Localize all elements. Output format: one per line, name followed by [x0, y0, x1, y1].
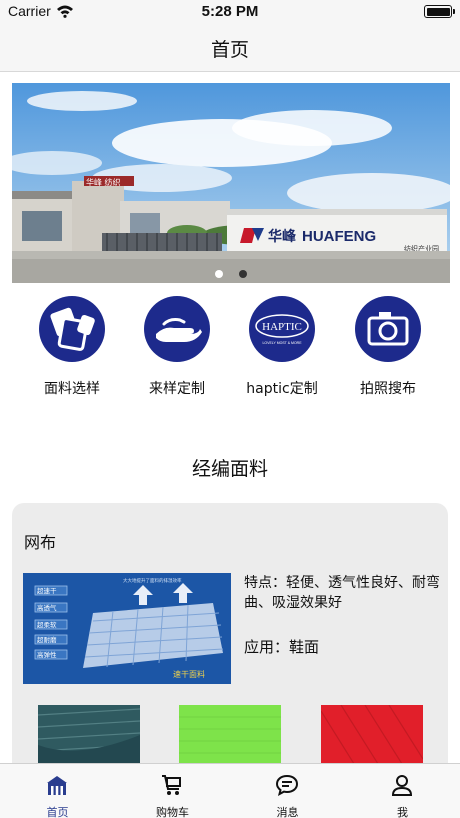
image-badge-2: 高透气	[37, 603, 57, 612]
message-icon	[275, 774, 299, 796]
haptic-logo-icon: HAPTIC LOVELY MOST & MORE	[249, 296, 315, 362]
carousel-dot-1[interactable]	[215, 270, 224, 278]
tab-label-home: 首页	[46, 806, 69, 818]
battery-icon	[424, 5, 455, 18]
quick-action-label: 拍照搜布	[360, 381, 416, 397]
page-title: 首页	[210, 39, 249, 61]
cart-icon	[162, 775, 181, 795]
quick-action-fabric-selection[interactable]: 面料选样	[39, 296, 105, 397]
image-badge-3: 超柔软	[37, 620, 57, 629]
product-image[interactable]: 大大地提升了面料的排湿效率 超速干 高透气 超柔软 超耐磨 高弹性 速干面料	[23, 573, 231, 684]
fabric-swatch-icon	[39, 296, 105, 362]
image-caption: 速干面料	[173, 669, 205, 679]
quick-action-haptic-custom[interactable]: HAPTIC LOVELY MOST & MORE haptic定制	[246, 296, 318, 397]
haptic-logo-sub: LOVELY MOST & MORE	[262, 341, 302, 345]
quick-action-sample-custom[interactable]: 来样定制	[144, 296, 210, 397]
tab-label-me: 我	[397, 806, 408, 818]
tab-label-messages: 消息	[276, 806, 299, 818]
sign-en: HUAFENG	[302, 228, 376, 245]
sign-cn: 华峰	[268, 228, 297, 245]
roof-sign: 华峰 纺织	[86, 177, 121, 187]
tab-home[interactable]: 首页	[0, 764, 115, 818]
tab-me[interactable]: 我	[345, 764, 460, 818]
product-card-title: 网布	[24, 533, 57, 552]
haptic-logo-text: HAPTIC	[262, 321, 302, 333]
banner-image: 华峰 纺织 华峰 HUAFENG 纺织产业园	[12, 83, 450, 283]
home-icon	[47, 776, 67, 795]
quick-action-photo-search[interactable]: 拍照搜布	[355, 296, 421, 397]
navigation-bar: 首页	[0, 24, 460, 72]
clock: 5:28 PM	[201, 3, 259, 20]
product-usage: 应用：鞋面	[244, 638, 320, 656]
svg-text:大大地提升了面料的排湿效率: 大大地提升了面料的排湿效率	[123, 577, 182, 584]
tab-messages[interactable]: 消息	[230, 764, 345, 818]
person-icon	[391, 775, 413, 796]
tab-label-cart: 购物车	[156, 806, 189, 818]
banner-carousel[interactable]: 华峰 纺织 华峰 HUAFENG 纺织产业园	[12, 83, 450, 283]
image-badge-5: 高弹性	[37, 650, 57, 659]
status-bar: Carrier 5:28 PM	[0, 0, 460, 24]
section-title: 经编面料	[191, 458, 268, 480]
camera-icon	[355, 296, 421, 362]
tab-cart[interactable]: 购物车	[115, 764, 230, 818]
image-badge-1: 超速干	[37, 586, 57, 595]
carousel-dot-2[interactable]	[238, 270, 247, 278]
tab-bar: 首页 购物车 消息 我	[0, 763, 460, 818]
carousel-dots[interactable]	[12, 263, 450, 282]
hand-offer-icon	[144, 296, 210, 362]
product-feature: 特点：轻便、透气性良好、耐弯曲、吸湿效果好	[244, 575, 440, 611]
image-badge-4: 超耐磨	[37, 635, 57, 644]
